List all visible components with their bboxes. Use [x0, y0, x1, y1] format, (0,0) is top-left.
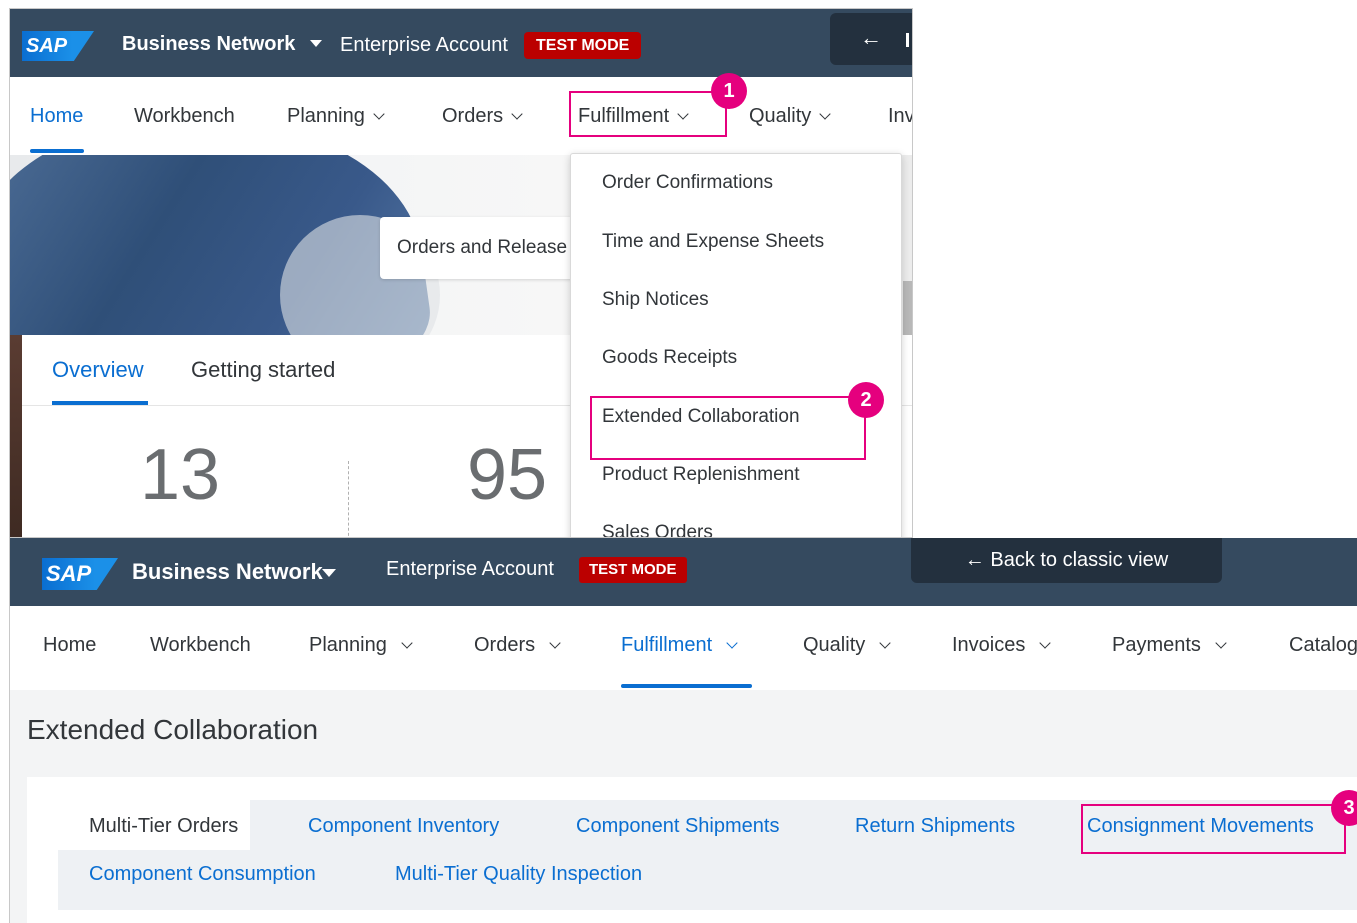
active-tab-indicator — [30, 149, 84, 153]
menu-item-product-replenishment[interactable]: Product Replenishment — [602, 464, 800, 486]
chevron-down-icon — [511, 108, 523, 120]
truncated-text — [906, 33, 909, 47]
screenshot-bottom: SAP Business Network Enterprise Account … — [9, 538, 1357, 923]
app-name[interactable]: Business Network — [132, 559, 323, 585]
tab-return-shipments[interactable]: Return Shipments — [855, 815, 1015, 838]
arrow-left-icon: ← — [860, 25, 882, 50]
highlight-fulfillment — [569, 91, 727, 137]
highlight-consignment-movements — [1081, 804, 1346, 854]
nav-payments[interactable]: Payments — [1112, 634, 1227, 657]
nav-quality[interactable]: Quality — [803, 634, 891, 657]
menu-item-order-confirmations[interactable]: Order Confirmations — [602, 172, 773, 194]
kpi-divider — [348, 461, 349, 537]
test-mode-badge: TEST MODE — [524, 32, 642, 59]
nav-home[interactable]: Home — [43, 634, 96, 657]
chevron-down-icon — [726, 637, 738, 649]
tab-getting-started[interactable]: Getting started — [191, 357, 335, 383]
menu-item-sales-orders[interactable]: Sales Orders — [602, 522, 713, 537]
chevron-down-icon — [1039, 637, 1052, 649]
top-nav: Home Workbench Planning Orders Fulfillme… — [10, 606, 1357, 690]
nav-quality[interactable]: Quality — [749, 105, 831, 128]
chevron-down-icon — [819, 108, 831, 120]
chevron-down-icon[interactable] — [322, 569, 336, 577]
page-title: Extended Collaboration — [27, 714, 319, 745]
tab-component-inventory[interactable]: Component Inventory — [308, 815, 499, 838]
tab-multi-tier-orders[interactable]: Multi-Tier Orders — [89, 815, 238, 838]
test-mode-badge: TEST MODE — [579, 557, 687, 583]
kpi-value[interactable]: 13 — [140, 434, 220, 516]
fulfillment-menu: Order Confirmations Time and Expense She… — [570, 153, 902, 537]
chevron-down-icon — [373, 108, 385, 120]
app-name[interactable]: Business Network — [122, 33, 295, 56]
menu-item-goods-receipts[interactable]: Goods Receipts — [602, 347, 737, 369]
nav-workbench[interactable]: Workbench — [134, 105, 235, 128]
chevron-down-icon — [879, 637, 891, 649]
chevron-down-icon[interactable] — [310, 40, 322, 47]
kpi-value[interactable]: 95 — [467, 434, 547, 516]
shell-bar: SAP Business Network Enterprise Account … — [10, 9, 912, 77]
account-label: Enterprise Account — [386, 558, 554, 580]
shell-bar: SAP Business Network Enterprise Account … — [10, 538, 1357, 606]
tab-component-consumption[interactable]: Component Consumption — [89, 863, 316, 886]
scrollbar-thumb[interactable] — [903, 281, 912, 335]
tab-overview[interactable]: Overview — [52, 357, 144, 383]
nav-invoices[interactable]: Inv — [888, 105, 912, 128]
tab-component-shipments[interactable]: Component Shipments — [576, 815, 779, 838]
sap-logo[interactable]: SAP — [22, 31, 94, 61]
screenshot-top: SAP Business Network Enterprise Account … — [9, 8, 913, 538]
active-tab-indicator — [621, 684, 752, 688]
step-marker-2: 2 — [848, 382, 884, 418]
step-marker-1: 1 — [711, 73, 747, 109]
menu-item-time-expense-sheets[interactable]: Time and Expense Sheets — [602, 231, 824, 253]
nav-catalog[interactable]: Catalog — [1289, 634, 1357, 657]
nav-workbench[interactable]: Workbench — [150, 634, 251, 657]
back-to-classic-button[interactable]: ← Back to classic view — [911, 538, 1222, 583]
nav-orders[interactable]: Orders — [442, 105, 523, 128]
nav-home[interactable]: Home — [30, 105, 83, 128]
tab-multi-tier-quality-inspection[interactable]: Multi-Tier Quality Inspection — [395, 863, 642, 886]
nav-orders[interactable]: Orders — [474, 634, 561, 657]
hero-card[interactable]: Orders and Release — [380, 217, 600, 279]
menu-item-ship-notices[interactable]: Ship Notices — [602, 289, 709, 311]
account-label: Enterprise Account — [340, 34, 508, 56]
hero-card-title: Orders and Release — [397, 237, 568, 258]
chevron-down-icon — [401, 637, 413, 649]
highlight-extended-collaboration — [590, 396, 866, 460]
chevron-down-icon — [549, 637, 561, 649]
nav-planning[interactable]: Planning — [309, 634, 413, 657]
nav-planning[interactable]: Planning — [287, 105, 385, 128]
nav-fulfillment[interactable]: Fulfillment — [621, 634, 738, 657]
top-nav: Home Workbench Planning Orders Fulfillme… — [10, 77, 912, 155]
back-to-classic-button[interactable]: ← — [830, 13, 912, 65]
chevron-down-icon — [1215, 637, 1227, 649]
nav-invoices[interactable]: Invoices — [952, 634, 1052, 657]
sap-logo[interactable]: SAP — [42, 558, 118, 590]
